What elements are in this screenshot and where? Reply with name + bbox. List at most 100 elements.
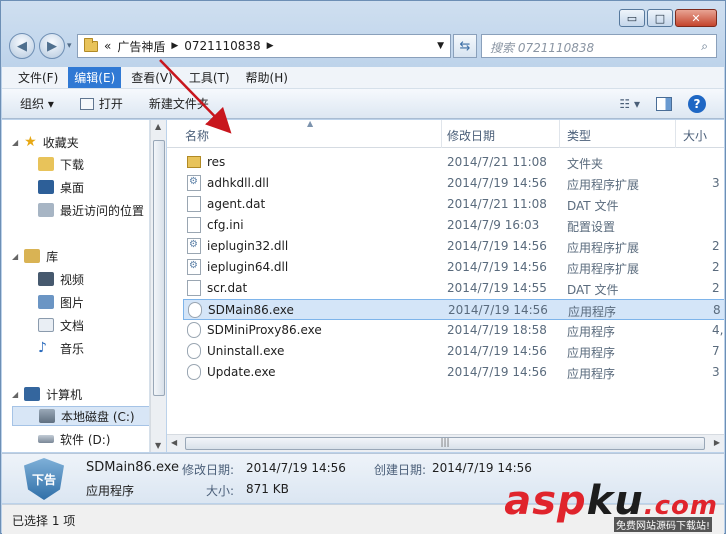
- sidebar-item-recent[interactable]: 最近访问的位置: [38, 200, 144, 220]
- sort-indicator-icon: ▲: [307, 120, 314, 128]
- horizontal-scrollbar[interactable]: ◀ ||| ▶: [167, 434, 724, 452]
- scroll-left-icon[interactable]: ◀: [171, 438, 177, 447]
- column-header: 名称 ▲ 修改日期 类型 大小: [167, 120, 724, 148]
- scroll-right-icon[interactable]: ▶: [714, 438, 720, 447]
- search-placeholder: 搜索 0721110838: [490, 41, 595, 55]
- breadcrumb-separator-icon[interactable]: ▶: [171, 41, 178, 51]
- organize-button[interactable]: 组织 ▾: [20, 95, 54, 112]
- back-button[interactable]: ◀: [9, 33, 35, 59]
- open-button[interactable]: 打开: [79, 95, 123, 112]
- file-row[interactable]: Update.exe 2014/7/19 14:56 应用程序 3: [183, 362, 724, 383]
- sidebar-item-label: 音乐: [60, 341, 85, 356]
- scroll-up-icon[interactable]: ▲: [155, 122, 161, 131]
- shield-icon-text: 下告: [31, 472, 56, 487]
- watermark-asp: asp: [504, 478, 587, 524]
- search-input[interactable]: 搜索 0721110838 ⌕: [481, 34, 717, 58]
- file-row[interactable]: cfg.ini 2014/7/9 16:03 配置设置: [183, 215, 724, 236]
- sidebar-item-computer[interactable]: ◢ 计算机: [12, 384, 82, 404]
- menu-help[interactable]: 帮助(H): [240, 67, 294, 88]
- file-date: 2014/7/21 11:08: [447, 197, 547, 211]
- downloads-folder-icon: [38, 157, 54, 171]
- desktop-icon: [38, 180, 54, 194]
- file-row[interactable]: res 2014/7/21 11:08 文件夹: [183, 152, 724, 173]
- menu-tools[interactable]: 工具(T): [183, 67, 236, 88]
- breadcrumb-item[interactable]: 0721110838: [184, 39, 260, 53]
- file-row[interactable]: Uninstall.exe 2014/7/19 14:56 应用程序 7: [183, 341, 724, 362]
- scrollbar-thumb[interactable]: [153, 140, 165, 396]
- modified-label: 修改日期:: [182, 463, 235, 477]
- file-row[interactable]: SDMiniProxy86.exe 2014/7/19 18:58 应用程序 4,4: [183, 320, 724, 341]
- sidebar-item-music[interactable]: ♪ 音乐: [38, 338, 84, 358]
- file-row[interactable]: adhkdll.dll 2014/7/19 14:56 应用程序扩展 3: [183, 173, 724, 194]
- view-controls: ☷ ▾ ?: [619, 95, 706, 113]
- folder-icon: [84, 37, 98, 52]
- scrollbar-thumb[interactable]: |||: [185, 437, 705, 450]
- drive-icon: [38, 435, 54, 443]
- menu-file[interactable]: 文件(F): [12, 67, 64, 88]
- view-options-icon[interactable]: ☷ ▾: [619, 97, 640, 111]
- file-row[interactable]: ieplugin64.dll 2014/7/19 14:56 应用程序扩展 2: [183, 257, 724, 278]
- close-button[interactable]: ✕: [675, 9, 717, 27]
- file-row[interactable]: scr.dat 2014/7/19 14:55 DAT 文件 2: [183, 278, 724, 299]
- forward-button[interactable]: ▶: [39, 33, 65, 59]
- breadcrumb-separator-icon[interactable]: ▶: [267, 41, 274, 51]
- file-size: 3: [712, 365, 720, 379]
- column-size[interactable]: 大小: [683, 127, 707, 144]
- maximize-button[interactable]: □: [647, 9, 673, 27]
- sidebar-item-desktop[interactable]: 桌面: [38, 177, 84, 197]
- file-type: 配置设置: [567, 220, 616, 234]
- new-folder-button[interactable]: 新建文件夹: [149, 95, 209, 112]
- sidebar-item-software-drive[interactable]: 软件 (D:): [38, 429, 110, 449]
- open-icon: [79, 97, 94, 110]
- dll-icon: [187, 238, 201, 254]
- column-name[interactable]: 名称: [185, 127, 209, 144]
- menu-view[interactable]: 查看(V): [125, 67, 179, 88]
- caption-buttons: ▭ □ ✕: [619, 9, 717, 27]
- sidebar-item-documents[interactable]: 文档: [38, 315, 84, 335]
- column-divider[interactable]: [441, 120, 442, 148]
- file-name: scr.dat: [207, 281, 248, 295]
- sidebar-item-videos[interactable]: 视频: [38, 269, 84, 289]
- column-divider[interactable]: [675, 120, 676, 148]
- navigation-pane: ◢ ★ 收藏夹 下载 桌面 最近访问的位置 ◢ 库 视频 图片 文档 ♪ 音乐 …: [2, 120, 150, 452]
- drive-icon: [39, 409, 55, 423]
- sidebar-item-downloads[interactable]: 下载: [38, 154, 84, 174]
- file-row[interactable]: agent.dat 2014/7/21 11:08 DAT 文件: [183, 194, 724, 215]
- documents-icon: [38, 318, 54, 332]
- sidebar-item-label: 计算机: [46, 387, 83, 402]
- file-size: 2: [712, 260, 720, 274]
- refresh-button[interactable]: ⇆: [453, 34, 477, 58]
- minimize-button[interactable]: ▭: [619, 9, 645, 27]
- sidebar-item-libraries[interactable]: ◢ 库: [12, 246, 58, 266]
- sidebar-item-favorites[interactable]: ◢ ★ 收藏夹: [12, 132, 79, 152]
- file-date: 2014/7/19 14:55: [447, 281, 547, 295]
- sidebar-item-label: 最近访问的位置: [60, 203, 145, 218]
- video-icon: [38, 272, 54, 286]
- menu-edit[interactable]: 编辑(E): [68, 67, 122, 88]
- file-row[interactable]: SDMain86.exe 2014/7/19 14:56 应用程序 8: [183, 299, 724, 320]
- address-dropdown-icon[interactable]: ▼: [437, 41, 444, 51]
- created-value: 2014/7/19 14:56: [432, 461, 532, 475]
- address-bar[interactable]: « 广告神盾 ▶ 0721110838 ▶ ▼: [77, 34, 451, 58]
- file-type: 文件夹: [567, 157, 604, 171]
- shield-icon: 下告: [24, 458, 64, 500]
- sidebar-item-local-disk[interactable]: 本地磁盘 (C:): [12, 406, 149, 426]
- preview-pane-icon[interactable]: [656, 97, 672, 111]
- sidebar-item-label: 库: [46, 249, 59, 264]
- column-date[interactable]: 修改日期: [447, 127, 495, 144]
- column-divider[interactable]: [559, 120, 560, 148]
- watermark-subtitle: 免费网站源码下载站!: [613, 517, 712, 532]
- breadcrumb-item[interactable]: 广告神盾: [117, 38, 165, 55]
- breadcrumb-prefix[interactable]: «: [104, 39, 111, 53]
- file-date: 2014/7/19 14:56: [447, 344, 547, 358]
- computer-icon: [24, 387, 41, 401]
- recent-pages-chevron-icon[interactable]: ▾: [67, 41, 72, 51]
- navigation-scrollbar[interactable]: ▲ ▼: [150, 120, 166, 452]
- sidebar-item-pictures[interactable]: 图片: [38, 292, 84, 312]
- file-row[interactable]: ieplugin32.dll 2014/7/19 14:56 应用程序扩展 2: [183, 236, 724, 257]
- exe-icon: [188, 302, 202, 318]
- scroll-down-icon[interactable]: ▼: [155, 441, 161, 450]
- column-type[interactable]: 类型: [567, 127, 591, 144]
- file-name: adhkdll.dll: [207, 176, 269, 190]
- help-icon[interactable]: ?: [688, 95, 706, 113]
